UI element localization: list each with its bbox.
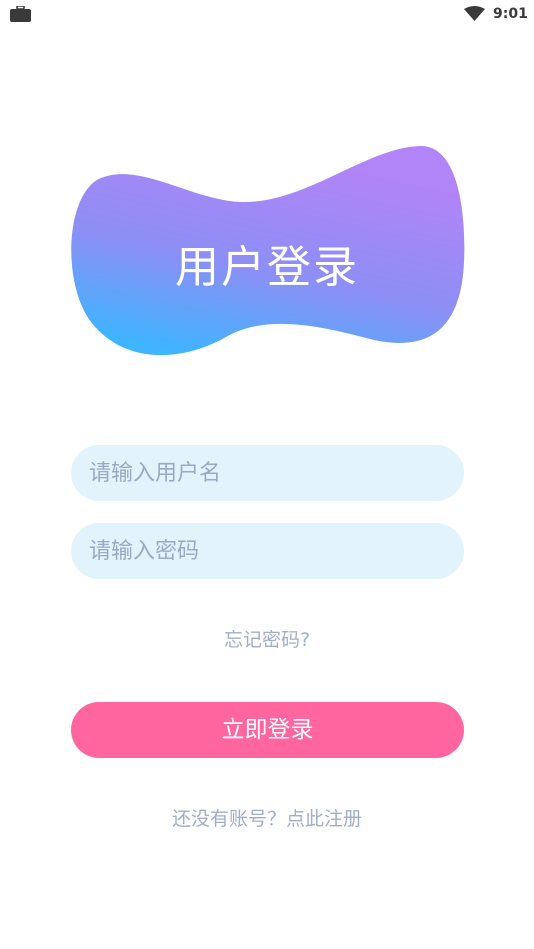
- page-title: 用户登录: [175, 242, 359, 293]
- password-input[interactable]: [87, 537, 448, 565]
- password-field[interactable]: [71, 523, 464, 579]
- login-button[interactable]: 立即登录: [71, 702, 464, 758]
- username-input[interactable]: [87, 459, 448, 487]
- username-field[interactable]: [71, 445, 464, 501]
- status-bar: 9:01: [0, 0, 534, 30]
- status-time: 9:01: [493, 6, 528, 22]
- briefcase-icon: [10, 6, 31, 22]
- wifi-icon: [464, 6, 485, 21]
- register-link[interactable]: 还没有账号？点此注册: [0, 806, 534, 832]
- forgot-password-link[interactable]: 忘记密码?: [0, 627, 534, 653]
